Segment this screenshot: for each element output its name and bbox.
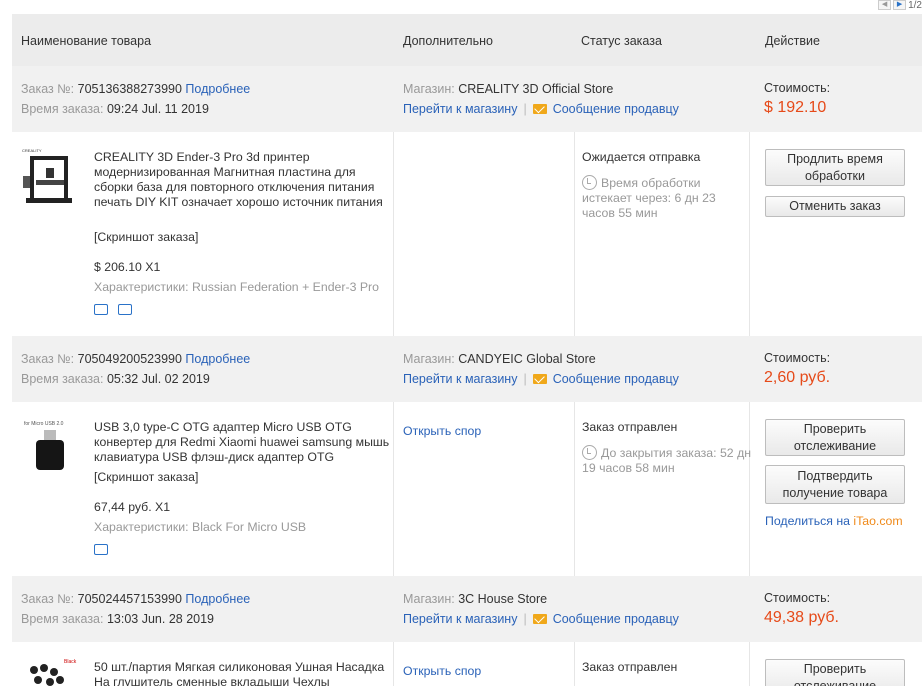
mail-icon bbox=[532, 614, 547, 624]
open-dispute-link[interactable]: Открыть спор bbox=[403, 424, 481, 438]
svg-text:Black: Black bbox=[64, 659, 77, 665]
order-bar: Заказ №: 705049200523990 Подробнее Время… bbox=[12, 336, 922, 402]
chevron-right-icon[interactable]: ▶ bbox=[893, 0, 907, 10]
store-name: 3C House Store bbox=[458, 592, 548, 606]
store-name: CANDYEIC Global Store bbox=[458, 352, 596, 366]
orders-page: ◀ ▶ 1/2 Наименование товара Дополнительн… bbox=[0, 0, 922, 686]
page-indicator: 1/2 bbox=[908, 0, 922, 11]
col-status: Статус заказа bbox=[581, 34, 662, 48]
order-body: CREALITY CREALITY 3D Ender-3 Pro 3d прин… bbox=[12, 132, 922, 336]
pagination: ◀ ▶ 1/2 bbox=[878, 0, 922, 11]
product-title[interactable]: 50 шт./партия Мягкая силиконовая Ушная Н… bbox=[94, 660, 394, 686]
details-link[interactable]: Подробнее bbox=[185, 82, 250, 96]
details-link[interactable]: Подробнее bbox=[185, 352, 250, 366]
store-label: Магазин: bbox=[403, 592, 455, 606]
product-title[interactable]: CREALITY 3D Ender-3 Pro 3d принтер модер… bbox=[94, 150, 394, 210]
cost-label: Стоимость: bbox=[764, 591, 831, 605]
message-seller-link[interactable]: Сообщение продавцу bbox=[553, 102, 679, 116]
svg-text:for Micro USB 2.0: for Micro USB 2.0 bbox=[24, 421, 64, 427]
product-price: $ 206.10 X1 bbox=[94, 260, 161, 274]
go-to-store-link[interactable]: Перейти к магазину bbox=[403, 612, 517, 626]
order-cost: $ 192.10 bbox=[764, 99, 827, 116]
order-status: Заказ отправлен bbox=[582, 420, 678, 434]
order-number: 705136388273990 bbox=[77, 82, 182, 96]
go-to-store-link[interactable]: Перейти к магазину bbox=[403, 372, 517, 386]
order-time: 13:03 Jun. 28 2019 bbox=[106, 612, 215, 626]
order-number: 705024457153990 bbox=[77, 592, 182, 606]
col-action: Действие bbox=[765, 34, 820, 48]
product-thumbnail[interactable]: Black bbox=[20, 656, 80, 686]
order-number: 705049200523990 bbox=[77, 352, 182, 366]
track-shipment-button[interactable]: Проверить отслеживание bbox=[765, 659, 905, 686]
snapshot-link[interactable]: [Скриншот заказа] bbox=[94, 470, 198, 484]
cost-label: Стоимость: bbox=[764, 81, 831, 95]
mail-icon bbox=[532, 104, 547, 114]
order-time-label: Время заказа: bbox=[21, 102, 104, 116]
clock-icon bbox=[582, 445, 597, 460]
cancel-order-button[interactable]: Отменить заказ bbox=[765, 196, 905, 217]
open-dispute-link[interactable]: Открыть спор bbox=[403, 664, 481, 678]
svg-text:CREALITY: CREALITY bbox=[22, 148, 42, 153]
extend-processing-button[interactable]: Продлить время обработки bbox=[765, 149, 905, 186]
store-label: Магазин: bbox=[403, 82, 455, 96]
product-title[interactable]: USB 3,0 type-C OTG адаптер Micro USB OTG… bbox=[94, 420, 394, 465]
processing-timer: Время обработки истекает через: 6 дн 23 … bbox=[582, 176, 716, 220]
order-card: Заказ №: 705024457153990 Подробнее Время… bbox=[12, 576, 922, 686]
store-name: CREALITY 3D Official Store bbox=[458, 82, 614, 96]
details-link[interactable]: Подробнее bbox=[185, 592, 250, 606]
order-time: 09:24 Jul. 11 2019 bbox=[106, 102, 209, 116]
order-card: Заказ №: 705049200523990 Подробнее Время… bbox=[12, 336, 922, 576]
order-cost: 49,38 руб. bbox=[764, 609, 839, 626]
message-seller-link[interactable]: Сообщение продавцу bbox=[553, 612, 679, 626]
characteristics-value: Black For Micro USB bbox=[192, 520, 307, 534]
order-time: 05:32 Jul. 02 2019 bbox=[106, 372, 210, 386]
order-card: Заказ №: 705136388273990 Подробнее Время… bbox=[12, 66, 922, 336]
order-number-label: Заказ №: bbox=[21, 592, 75, 606]
characteristics-label: Характеристики: bbox=[94, 280, 189, 294]
cost-label: Стоимость: bbox=[764, 351, 831, 365]
order-cost: 2,60 руб. bbox=[764, 369, 831, 386]
product-price: 67,44 руб. X1 bbox=[94, 500, 171, 514]
product-thumbnail[interactable]: CREALITY bbox=[20, 146, 80, 206]
order-status: Ожидается отправка bbox=[582, 150, 701, 164]
order-number-label: Заказ №: bbox=[21, 352, 75, 366]
store-label: Магазин: bbox=[403, 352, 455, 366]
share-link[interactable]: Поделиться на iTao.com bbox=[765, 514, 903, 528]
col-additional: Дополнительно bbox=[403, 34, 493, 48]
order-body: Black 50 шт./партия Мягкая силиконовая У… bbox=[12, 642, 922, 686]
order-number-label: Заказ №: bbox=[21, 82, 75, 96]
confirm-receipt-button[interactable]: Подтвердить получение товара bbox=[765, 465, 905, 504]
mail-icon bbox=[532, 374, 547, 384]
order-time-label: Время заказа: bbox=[21, 612, 104, 626]
snapshot-link[interactable]: [Скриншот заказа] bbox=[94, 230, 198, 244]
track-shipment-button[interactable]: Проверить отслеживание bbox=[765, 419, 905, 456]
order-body: for Micro USB 2.0 USB 3,0 type-C OTG ада… bbox=[12, 402, 922, 576]
order-time-label: Время заказа: bbox=[21, 372, 104, 386]
table-header: Наименование товара Дополнительно Статус… bbox=[12, 14, 922, 66]
message-seller-link[interactable]: Сообщение продавцу bbox=[553, 372, 679, 386]
chevron-left-icon[interactable]: ◀ bbox=[878, 0, 892, 10]
order-status: Заказ отправлен bbox=[582, 660, 678, 674]
characteristics-value: Russian Federation + Ender-3 Pro bbox=[192, 280, 379, 294]
close-timer: До закрытия заказа: 52 дн 19 часов 58 ми… bbox=[582, 446, 752, 475]
product-thumbnail[interactable]: for Micro USB 2.0 bbox=[20, 418, 80, 478]
shipping-icon[interactable] bbox=[94, 544, 108, 555]
order-bar: Заказ №: 705024457153990 Подробнее Время… bbox=[12, 576, 922, 642]
go-to-store-link[interactable]: Перейти к магазину bbox=[403, 102, 517, 116]
shipping-icon[interactable] bbox=[94, 304, 108, 315]
col-product: Наименование товара bbox=[21, 34, 152, 48]
characteristics-label: Характеристики: bbox=[94, 520, 189, 534]
clock-icon bbox=[582, 175, 597, 190]
return-icon[interactable] bbox=[118, 304, 132, 315]
order-bar: Заказ №: 705136388273990 Подробнее Время… bbox=[12, 66, 922, 132]
